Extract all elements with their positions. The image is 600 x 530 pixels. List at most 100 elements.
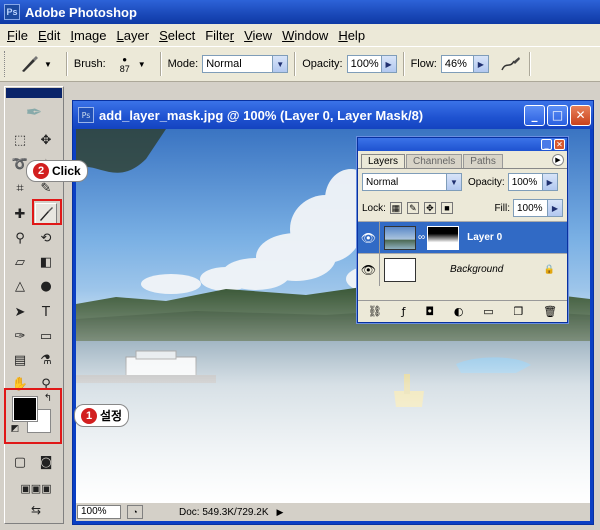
layer-style-icon[interactable]: ƒ bbox=[402, 305, 406, 318]
blend-mode-select[interactable]: Normal ▼ bbox=[362, 173, 462, 191]
chevron-down-icon[interactable]: ▼ bbox=[272, 56, 288, 72]
palette-tabs: Layers Channels Paths ▶ bbox=[358, 151, 567, 169]
layer-row-background[interactable]: 👁 Background 🔒 bbox=[358, 253, 567, 286]
mode-select[interactable]: Normal ▼ bbox=[202, 55, 289, 73]
chevron-down-icon[interactable]: ▼ bbox=[446, 174, 461, 190]
eye-icon[interactable]: 👁 bbox=[358, 253, 380, 286]
divider bbox=[402, 52, 405, 76]
divider bbox=[294, 52, 297, 76]
crop-tool-icon[interactable]: ⌗ bbox=[9, 177, 31, 199]
tab-channels[interactable]: Channels bbox=[406, 154, 463, 168]
chevron-right-icon[interactable]: ▶ bbox=[547, 200, 562, 216]
layers-footer: ⛓ ƒ ◘ ◐ ▭ ❐ 🗑 bbox=[358, 300, 567, 322]
menu-item[interactable]: Edit bbox=[33, 28, 65, 43]
chevron-right-icon[interactable]: ▶ bbox=[277, 507, 284, 518]
chain-link-icon[interactable]: ∞ bbox=[418, 232, 425, 243]
menu-label-post: indow bbox=[294, 27, 329, 43]
flow-field[interactable]: 46% ▶ bbox=[440, 55, 489, 73]
move-tool-icon[interactable]: ✥ bbox=[35, 129, 57, 151]
lock-pixels-icon[interactable]: ✎ bbox=[406, 202, 419, 214]
notes-tool-icon[interactable]: ▤ bbox=[9, 349, 31, 371]
healing-brush-tool-icon[interactable]: ✚ bbox=[9, 203, 31, 225]
clone-stamp-tool-icon[interactable]: ⚲ bbox=[9, 227, 31, 249]
menu-item[interactable]: Layer bbox=[112, 28, 155, 43]
blur-tool-icon[interactable]: △ bbox=[9, 275, 31, 297]
chevron-right-icon[interactable]: ▶ bbox=[541, 174, 557, 190]
toolbox: ✒ ⬚ ✥ ➰ ✧ ⌗ ✎ ✚ ⚲ ⟲ ▱ ◧ △ ● ➤ T ✑ ▭ ▤ ⚗ … bbox=[4, 86, 64, 524]
highlight-brush-tool bbox=[32, 199, 62, 225]
airbrush-icon[interactable] bbox=[499, 53, 523, 75]
chevron-down-icon[interactable]: ▼ bbox=[138, 60, 146, 69]
standard-mode-icon[interactable]: ▢ bbox=[9, 451, 31, 473]
status-icon[interactable]: ◔ bbox=[127, 505, 143, 519]
highlight-color-swatches bbox=[4, 388, 62, 444]
tab-layers[interactable]: Layers bbox=[361, 154, 406, 168]
lock-position-icon[interactable]: ✥ bbox=[423, 202, 436, 214]
close-button[interactable]: ✕ bbox=[570, 104, 591, 126]
opacity-field[interactable]: 100% ▶ bbox=[346, 55, 397, 73]
zoom-field[interactable]: 100% bbox=[77, 505, 121, 519]
eye-icon[interactable]: 👁 bbox=[358, 221, 380, 254]
dodge-tool-icon[interactable]: ● bbox=[35, 275, 57, 297]
menu-item[interactable]: File bbox=[2, 28, 33, 43]
type-tool-icon[interactable]: T bbox=[35, 301, 57, 323]
palette-menu-icon[interactable]: ▶ bbox=[552, 154, 564, 166]
layer-row-layer-0[interactable]: 👁 ∞ Layer 0 bbox=[358, 221, 567, 254]
pen-tool-icon[interactable]: ✑ bbox=[9, 325, 31, 347]
trash-icon[interactable]: 🗑 bbox=[543, 305, 557, 318]
close-button[interactable]: ✕ bbox=[554, 139, 565, 150]
toolbox-header[interactable] bbox=[6, 88, 62, 98]
document-icon: Ps bbox=[78, 107, 94, 123]
fill-field[interactable]: 100% ▶ bbox=[513, 199, 563, 217]
gradient-tool-icon[interactable]: ◧ bbox=[35, 251, 57, 273]
tab-paths[interactable]: Paths bbox=[463, 154, 503, 168]
chevron-right-icon[interactable]: ▶ bbox=[380, 56, 396, 72]
app-title: Adobe Photoshop bbox=[25, 4, 137, 20]
eyedropper-tool-icon[interactable]: ⚗ bbox=[35, 349, 57, 371]
adjustment-layer-icon[interactable]: ◐ bbox=[454, 305, 464, 318]
new-group-icon[interactable]: ▭ bbox=[483, 305, 493, 318]
lock-label: Lock: bbox=[362, 202, 386, 214]
menu-item[interactable]: View bbox=[239, 28, 277, 43]
maximize-button[interactable]: □ bbox=[547, 104, 568, 126]
chevron-right-icon[interactable]: ▶ bbox=[472, 56, 488, 72]
minimize-button[interactable]: _ bbox=[524, 104, 545, 126]
eraser-tool-icon[interactable]: ▱ bbox=[9, 251, 31, 273]
menu-item[interactable]: Help bbox=[333, 28, 370, 43]
chevron-down-icon[interactable]: ▼ bbox=[44, 60, 52, 69]
minimize-button[interactable]: _ bbox=[541, 139, 552, 150]
menu-label-post: dit bbox=[46, 27, 61, 43]
menu-item[interactable]: Window bbox=[277, 28, 333, 43]
document-title-bar[interactable]: Ps add_layer_mask.jpg @ 100% (Layer 0, L… bbox=[73, 101, 593, 129]
feather-logo-icon[interactable]: ✒ bbox=[5, 99, 63, 125]
step-number: 2 bbox=[33, 163, 49, 179]
marquee-tool-icon[interactable]: ⬚ bbox=[9, 129, 31, 151]
add-mask-icon[interactable]: ◘ bbox=[425, 305, 434, 318]
layer-opacity-field[interactable]: 100% ▶ bbox=[507, 173, 558, 191]
shape-tool-icon[interactable]: ▭ bbox=[35, 325, 57, 347]
path-selection-tool-icon[interactable]: ➤ bbox=[9, 301, 31, 323]
quick-mask-mode-icon[interactable]: ◙ bbox=[35, 451, 57, 473]
flow-label: Flow: bbox=[410, 58, 437, 70]
menu-item[interactable]: Image bbox=[65, 28, 111, 43]
brush-preset-icon[interactable] bbox=[16, 53, 42, 75]
photoshop-icon: Ps bbox=[4, 4, 20, 20]
screen-mode-icons[interactable]: ▣▣▣ bbox=[9, 477, 63, 499]
menu-bar: File Edit Image Layer Select Filter View Window… bbox=[0, 24, 600, 46]
brush-picker[interactable]: ● 87 bbox=[114, 55, 136, 74]
menu-item[interactable]: Filter bbox=[200, 28, 239, 43]
jump-to-imageready-icon[interactable]: ⇆ bbox=[9, 499, 63, 521]
menu-accelerator: F bbox=[7, 27, 15, 43]
history-brush-tool-icon[interactable]: ⟲ bbox=[35, 227, 57, 249]
layer-mask-thumbnail[interactable] bbox=[427, 225, 460, 250]
palette-title-bar[interactable]: _ ✕ bbox=[358, 138, 567, 151]
lock-transparency-icon[interactable]: ▦ bbox=[389, 202, 402, 214]
doc-size-info: Doc: 549.3K/729.2K bbox=[179, 506, 269, 518]
options-grip[interactable] bbox=[4, 51, 8, 77]
link-icon[interactable]: ⛓ bbox=[368, 305, 382, 318]
new-layer-icon[interactable]: ❐ bbox=[513, 305, 523, 318]
menu-accelerator: H bbox=[338, 27, 348, 43]
mode-value: Normal bbox=[206, 58, 242, 70]
menu-item[interactable]: Select bbox=[154, 28, 200, 43]
lock-all-icon[interactable]: ■ bbox=[440, 202, 453, 214]
